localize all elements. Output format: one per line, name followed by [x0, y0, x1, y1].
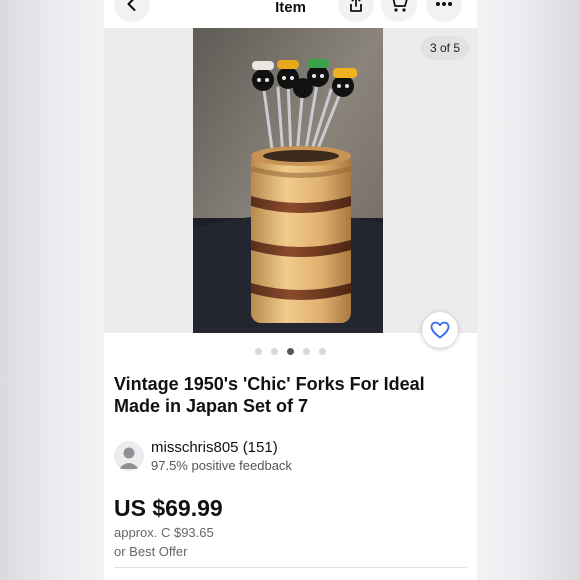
seller-name-link[interactable]: misschris805 (151) — [151, 439, 278, 456]
cart-icon — [392, 0, 408, 12]
image-gallery[interactable]: 3 of 5 — [104, 28, 477, 333]
user-icon — [119, 447, 139, 469]
watchlist-button[interactable] — [422, 312, 458, 348]
item-price: US $69.99 — [114, 495, 223, 521]
gallery-pagination — [104, 348, 477, 355]
share-button[interactable] — [338, 0, 374, 22]
more-icon — [436, 2, 452, 6]
pagination-dot[interactable] — [319, 348, 326, 355]
converted-price: approx. C $93.65 — [114, 525, 214, 540]
product-photo-image — [193, 28, 383, 333]
image-counter: 3 of 5 — [420, 36, 469, 60]
heart-icon — [430, 321, 450, 339]
pagination-dot[interactable] — [255, 348, 262, 355]
more-button[interactable] — [426, 0, 462, 22]
share-icon — [350, 0, 362, 12]
top-bar: Item — [104, 0, 477, 28]
page-title: Item — [275, 0, 306, 16]
pagination-dot[interactable] — [303, 348, 310, 355]
seller-avatar[interactable] — [114, 441, 144, 471]
listing-title: Vintage 1950's 'Chic' Forks For Ideal Ma… — [114, 374, 425, 416]
cart-button[interactable] — [381, 0, 417, 22]
divider — [114, 567, 467, 568]
best-offer-text: or Best Offer — [114, 544, 188, 559]
seller-feedback: 97.5% positive feedback — [151, 458, 292, 473]
pagination-dot-active[interactable] — [287, 348, 294, 355]
pagination-dot[interactable] — [271, 348, 278, 355]
product-photo[interactable] — [193, 28, 383, 333]
item-page: Item 3 of 5 Vintage 1950's 'Chic' Forks … — [104, 0, 477, 580]
